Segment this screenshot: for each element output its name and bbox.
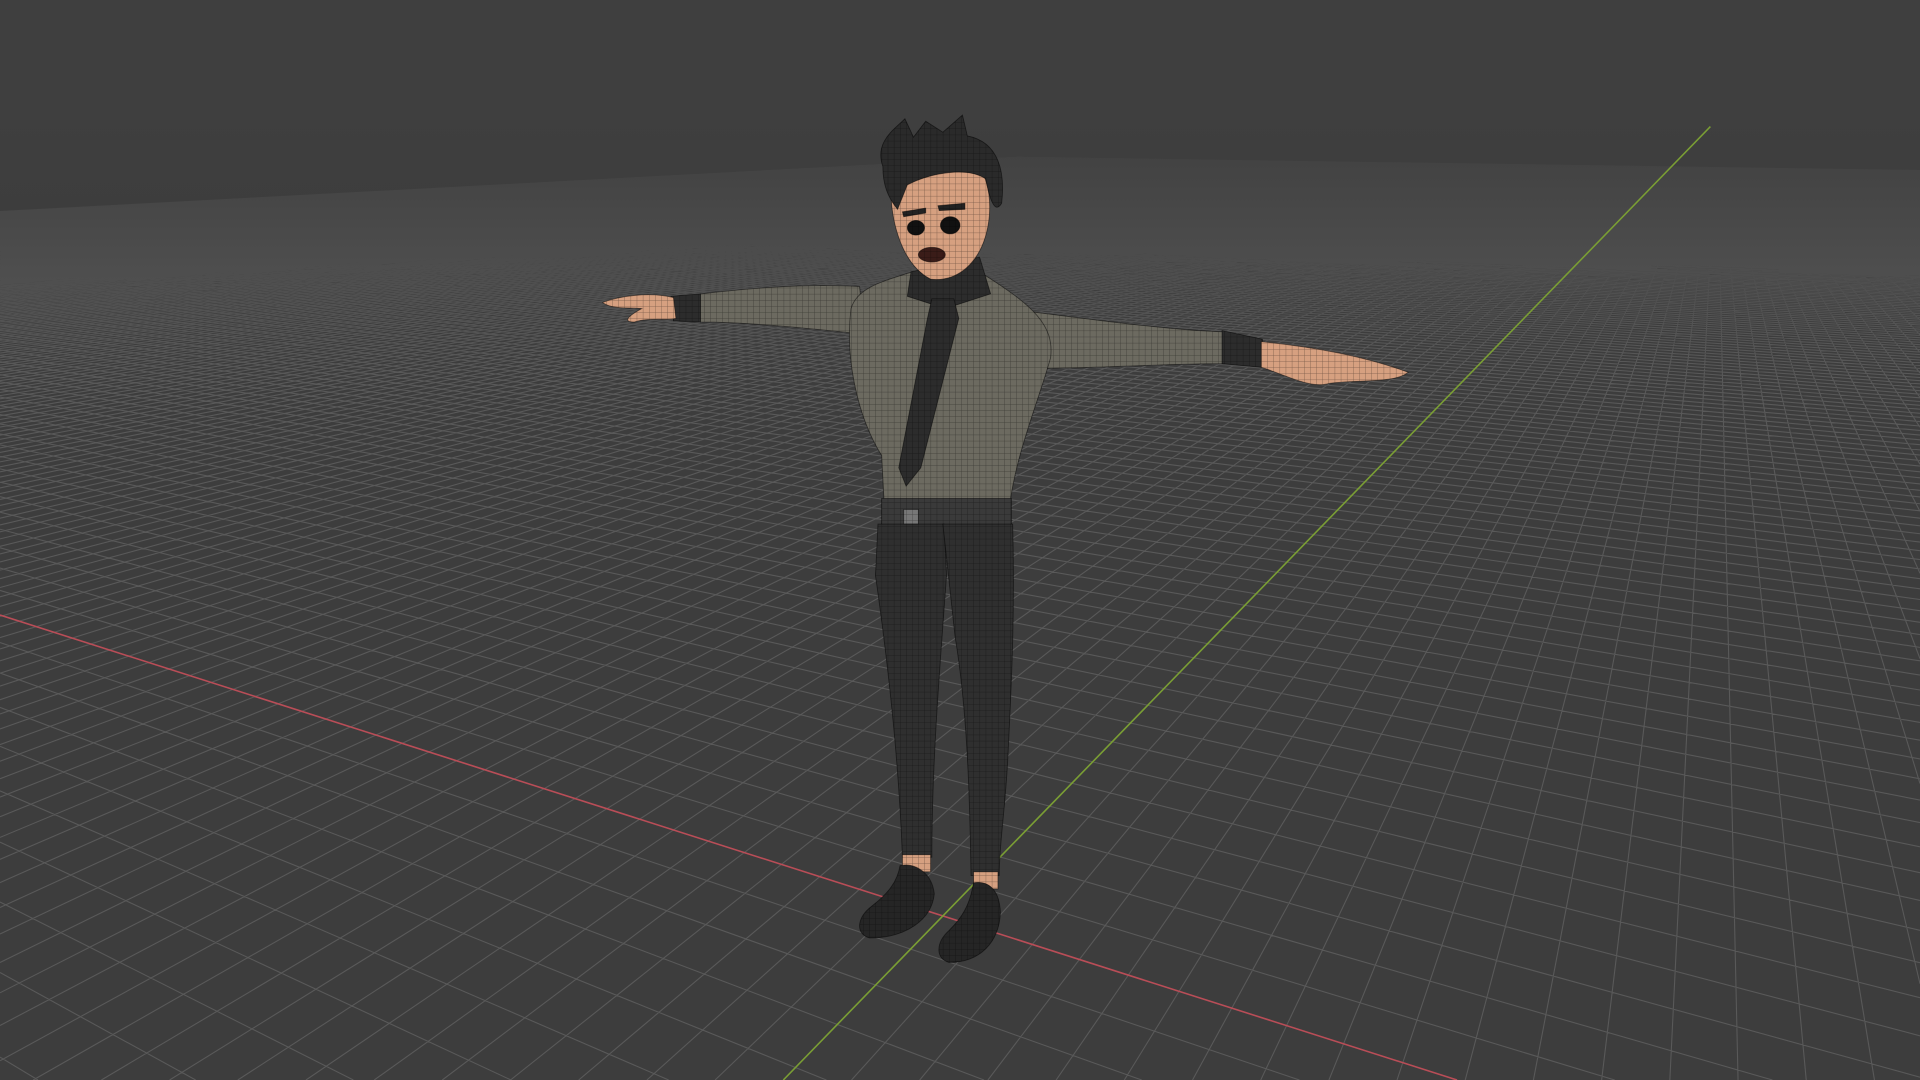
3d-viewport[interactable] — [0, 0, 1920, 1080]
